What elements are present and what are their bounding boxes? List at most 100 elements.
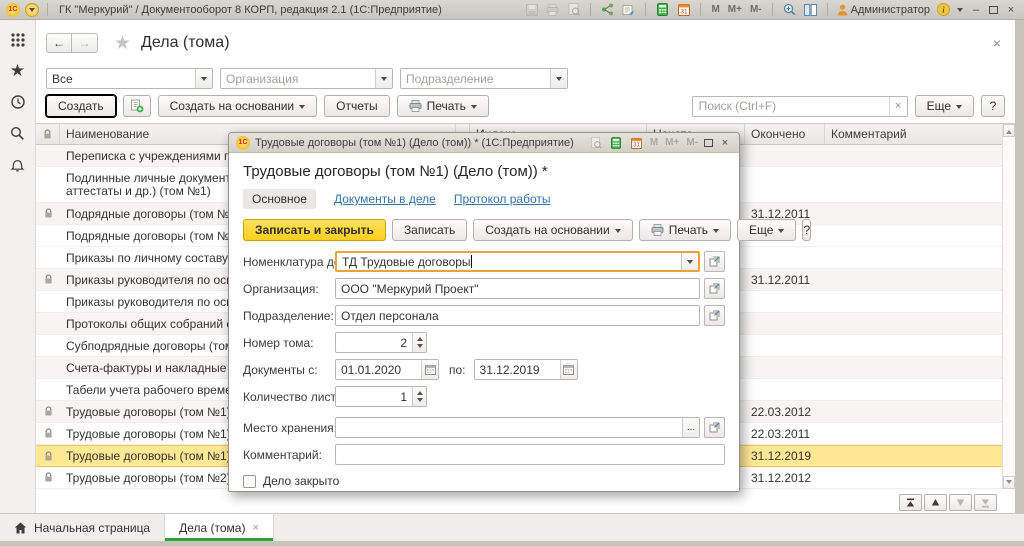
favorites-star-icon[interactable]: ★ — [8, 61, 28, 81]
case-closed-checkbox[interactable] — [243, 475, 256, 488]
spin-down-icon[interactable] — [417, 344, 423, 351]
home-page-tab[interactable]: Начальная страница — [0, 514, 164, 541]
open-link-button[interactable] — [704, 305, 725, 326]
nomenclature-input[interactable]: ТД Трудовые договоры — [335, 251, 700, 272]
preview-icon[interactable] — [566, 3, 581, 17]
notifications-bell-icon[interactable] — [8, 154, 28, 174]
print-button[interactable]: Печать — [397, 95, 489, 117]
storage-input[interactable]: ... — [335, 417, 700, 438]
back-button[interactable]: ← — [46, 33, 72, 53]
close-tab-icon[interactable]: × — [252, 522, 258, 534]
dialog-titlebar[interactable]: 1С Трудовые договоры (том №1) (Дело (том… — [229, 133, 739, 153]
sections-menu-icon[interactable] — [8, 30, 28, 50]
column-header-finished[interactable]: Окончено — [745, 124, 825, 144]
calendar-picker-button[interactable] — [421, 360, 438, 379]
close-form-icon[interactable]: × — [989, 35, 1005, 51]
forward-button[interactable]: → — [72, 33, 98, 53]
maximize-button[interactable] — [989, 6, 998, 14]
go-next-button[interactable] — [949, 494, 972, 511]
memory-m-minus-button[interactable]: M- — [749, 4, 763, 15]
tab-documents-in-case[interactable]: Документы в деле — [334, 192, 436, 206]
open-windows-bar: Начальная страница Дела (тома) × — [0, 513, 1024, 541]
column-header-comment[interactable]: Комментарий — [825, 124, 1015, 144]
close-window-button[interactable]: × — [1004, 4, 1018, 16]
current-user-button[interactable]: Администратор — [837, 4, 930, 16]
calculator-icon[interactable] — [655, 3, 670, 17]
go-first-button[interactable] — [899, 494, 922, 511]
search-input[interactable]: Поиск (Ctrl+F) × — [692, 96, 908, 117]
search-icon[interactable] — [8, 123, 28, 143]
docs-from-input[interactable]: 01.01.2020 — [335, 359, 439, 380]
docs-to-input[interactable]: 31.12.2019 — [474, 359, 578, 380]
save-button[interactable]: Записать — [392, 219, 467, 241]
minimize-button[interactable]: – — [969, 4, 983, 16]
help-button[interactable]: ? — [802, 219, 811, 241]
spin-down-icon[interactable] — [417, 398, 423, 405]
go-last-button[interactable] — [974, 494, 997, 511]
print-icon[interactable] — [545, 3, 560, 17]
dropdown-button[interactable] — [681, 253, 698, 270]
calendar-icon[interactable]: 31 — [629, 136, 644, 150]
volume-no-input[interactable]: 2 — [335, 332, 427, 353]
sheets-input[interactable]: 1 — [335, 386, 427, 407]
dropdown-button[interactable] — [550, 69, 567, 88]
chevron-down-icon[interactable] — [957, 8, 963, 15]
create-based-on-button[interactable]: Создать на основании — [158, 95, 318, 117]
memory-m-button[interactable]: M — [649, 137, 659, 148]
clear-search-icon[interactable]: × — [889, 97, 907, 116]
favorite-toggle-icon[interactable]: ★ — [114, 32, 131, 55]
history-icon[interactable] — [8, 92, 28, 112]
filter-all-select[interactable]: Все — [46, 68, 213, 89]
save-and-close-button[interactable]: Записать и закрыть — [243, 219, 386, 241]
split-view-icon[interactable] — [803, 3, 818, 17]
print-button[interactable]: Печать — [639, 219, 731, 241]
preview-icon[interactable] — [589, 136, 604, 150]
choose-button[interactable]: ... — [682, 418, 699, 437]
more-button[interactable]: Еще — [915, 95, 974, 117]
filter-organization-select[interactable]: Организация — [220, 68, 393, 89]
calculator-icon[interactable] — [609, 136, 624, 150]
main-menu-button[interactable] — [25, 3, 39, 17]
scroll-up-icon[interactable] — [1003, 124, 1015, 137]
open-link-button[interactable] — [704, 251, 725, 272]
create-based-on-button[interactable]: Создать на основании — [473, 219, 633, 241]
more-button[interactable]: Еще — [737, 219, 796, 241]
tab-main[interactable]: Основное — [243, 189, 316, 209]
create-copy-button[interactable] — [123, 95, 151, 117]
memory-m-minus-button[interactable]: M- — [685, 137, 699, 148]
comment-input[interactable] — [335, 444, 725, 465]
memory-m-plus-button[interactable]: M+ — [664, 137, 680, 148]
zoom-icon[interactable] — [782, 3, 797, 17]
cases-tab[interactable]: Дела (тома) × — [164, 514, 274, 541]
number-spinner[interactable] — [412, 333, 426, 352]
help-button[interactable]: ? — [981, 95, 1005, 117]
filter-department-select[interactable]: Подразделение — [400, 68, 568, 89]
calendar-picker-button[interactable] — [560, 360, 577, 379]
scroll-down-icon[interactable] — [1003, 476, 1015, 489]
department-input[interactable]: Отдел персонала — [335, 305, 700, 326]
number-spinner[interactable] — [412, 387, 426, 406]
open-in-window-icon — [709, 283, 720, 294]
reports-button[interactable]: Отчеты — [324, 95, 389, 117]
vertical-scrollbar[interactable] — [1002, 124, 1015, 489]
create-button[interactable]: Создать — [46, 95, 116, 117]
dropdown-button[interactable] — [375, 69, 392, 88]
open-link-button[interactable] — [704, 417, 725, 438]
spin-up-icon[interactable] — [417, 334, 423, 341]
calendar-icon[interactable]: 31 — [676, 3, 691, 17]
open-link-button[interactable] — [704, 278, 725, 299]
info-icon[interactable]: i — [936, 3, 951, 17]
memory-m-plus-button[interactable]: M+ — [727, 4, 743, 15]
share-icon[interactable] — [600, 3, 615, 17]
dialog-close-button[interactable]: × — [718, 137, 732, 149]
document-send-icon[interactable] — [621, 3, 636, 17]
memory-m-button[interactable]: M — [710, 4, 720, 15]
dropdown-button[interactable] — [195, 69, 212, 88]
tab-work-log[interactable]: Протокол работы — [454, 192, 551, 206]
go-previous-button[interactable] — [924, 494, 947, 511]
organization-input[interactable]: ООО "Меркурий Проект" — [335, 278, 700, 299]
dialog-maximize-button[interactable] — [704, 139, 713, 147]
lock-column-header[interactable] — [36, 124, 60, 144]
save-icon[interactable] — [524, 3, 539, 17]
spin-up-icon[interactable] — [417, 388, 423, 395]
